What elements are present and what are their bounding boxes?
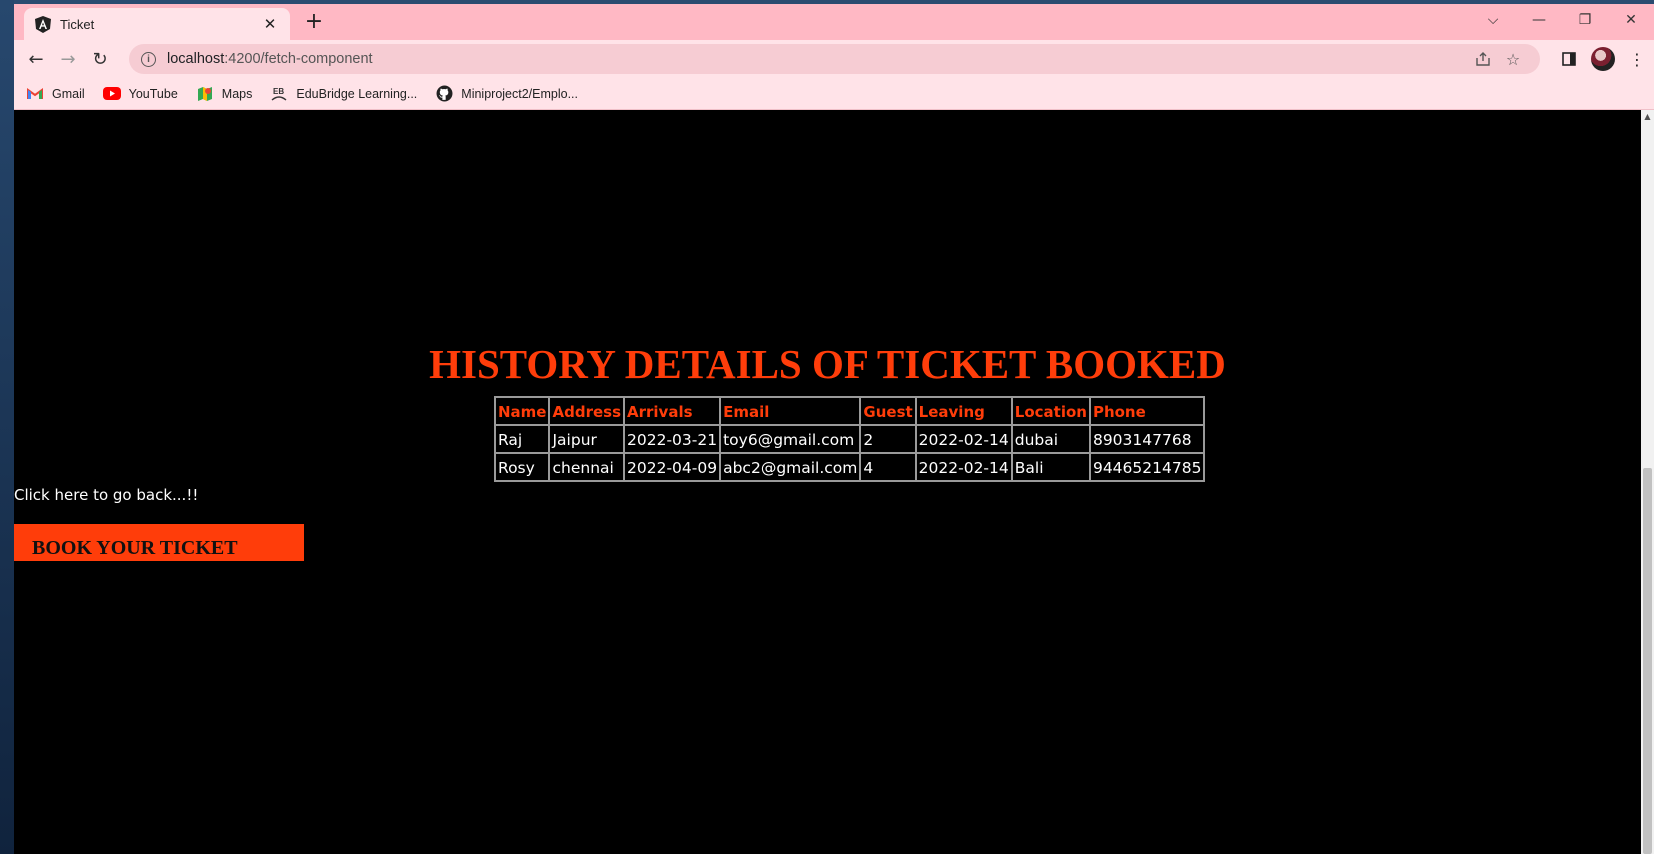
url-text[interactable]: localhost:4200/fetch-component	[167, 51, 1468, 67]
minimize-icon[interactable]: —	[1516, 4, 1562, 36]
cell-leaving: 2022-02-14	[915, 425, 1012, 453]
bookmark-edubridge[interactable]: EB EduBridge Learning...	[270, 86, 417, 102]
browser-window: Ticket ✕ + ⌵ — ❐ ✕ ← → ↻ i localhost:420…	[14, 4, 1654, 854]
vertical-scrollbar[interactable]: ▲	[1641, 110, 1654, 854]
page-content: HISTORY DETAILS OF TICKET BOOKED Name Ad…	[14, 110, 1654, 854]
column-header-location: Location	[1011, 397, 1090, 425]
scrollbar-thumb[interactable]	[1643, 468, 1652, 854]
cell-name: Rosy	[495, 453, 550, 481]
bookmark-star-icon[interactable]: ☆	[1498, 47, 1528, 71]
cell-email: abc2@gmail.com	[720, 453, 861, 481]
scroll-up-arrow-icon[interactable]: ▲	[1641, 110, 1654, 124]
bookmark-label: Miniproject2/Emplo...	[461, 86, 578, 101]
column-header-email: Email	[720, 397, 861, 425]
back-arrow-icon[interactable]: ←	[20, 43, 52, 75]
cell-leaving: 2022-02-14	[915, 453, 1012, 481]
maps-icon	[196, 86, 214, 102]
site-info-icon[interactable]: i	[141, 51, 156, 67]
tab-search-icon[interactable]: ⌵	[1470, 4, 1516, 36]
cell-guest: 2	[860, 425, 916, 453]
cell-address: chennai	[549, 453, 624, 481]
close-window-icon[interactable]: ✕	[1608, 4, 1654, 36]
table-row: Raj Jaipur 2022-03-21 toy6@gmail.com 2 2…	[495, 425, 1205, 453]
avatar	[1591, 47, 1615, 71]
history-table: Name Address Arrivals Email Guest Leavin…	[494, 396, 1206, 482]
window-controls: ⌵ — ❐ ✕	[1470, 4, 1654, 36]
column-header-address: Address	[549, 397, 624, 425]
table-row: Rosy chennai 2022-04-09 abc2@gmail.com 4…	[495, 453, 1205, 481]
menu-kebab-icon[interactable]: ⋮	[1620, 42, 1654, 76]
bookmark-label: YouTube	[128, 86, 178, 101]
profile-avatar[interactable]	[1586, 42, 1620, 76]
bookmark-gmail[interactable]: Gmail	[26, 86, 85, 102]
column-header-leaving: Leaving	[915, 397, 1012, 425]
column-header-name: Name	[495, 397, 550, 425]
cell-guest: 4	[860, 453, 916, 481]
new-tab-button[interactable]: +	[302, 11, 326, 35]
cell-address: Jaipur	[549, 425, 624, 453]
bookmark-label: EduBridge Learning...	[296, 86, 418, 101]
bookmark-github[interactable]: Miniproject2/Emplo...	[435, 85, 578, 102]
youtube-icon	[102, 86, 121, 102]
cell-email: toy6@gmail.com	[720, 425, 861, 453]
tab-title: Ticket	[60, 16, 95, 32]
desktop-background-left	[0, 0, 14, 854]
toolbar: ← → ↻ i localhost:4200/fetch-component ☆…	[14, 40, 1654, 78]
bookmark-maps[interactable]: Maps	[196, 86, 253, 102]
cell-arrivals: 2022-04-09	[624, 453, 721, 481]
book-ticket-button[interactable]: BOOK YOUR TICKET	[14, 524, 304, 561]
github-icon	[435, 85, 453, 102]
column-header-arrivals: Arrivals	[624, 397, 721, 425]
column-header-phone: Phone	[1089, 397, 1205, 425]
share-icon[interactable]	[1468, 47, 1498, 71]
reload-icon[interactable]: ↻	[84, 43, 116, 75]
table-header-row: Name Address Arrivals Email Guest Leavin…	[495, 397, 1205, 425]
cell-location: Bali	[1011, 453, 1090, 481]
edubridge-icon: EB	[270, 86, 288, 102]
url-host: localhost	[167, 51, 225, 67]
restore-icon[interactable]: ❐	[1562, 4, 1608, 36]
cell-location: dubai	[1011, 425, 1090, 453]
toolbar-right: ⋮	[1552, 40, 1654, 78]
forward-arrow-icon[interactable]: →	[52, 43, 84, 75]
column-header-guest: Guest	[860, 397, 916, 425]
side-panel-icon[interactable]	[1552, 42, 1586, 76]
angular-icon	[34, 15, 51, 33]
tab-ticket[interactable]: Ticket ✕	[24, 8, 290, 40]
cell-phone: 8903147768	[1089, 425, 1205, 453]
go-back-link[interactable]: Click here to go back...!!	[14, 486, 198, 504]
url-path: :4200/fetch-component	[224, 51, 373, 67]
address-bar[interactable]: i localhost:4200/fetch-component ☆	[129, 44, 1540, 74]
close-tab-icon[interactable]: ✕	[260, 15, 280, 33]
gmail-icon	[26, 86, 44, 102]
bookmark-youtube[interactable]: YouTube	[102, 86, 178, 102]
svg-text:EB: EB	[273, 87, 284, 96]
bookmarks-bar: Gmail YouTube Maps EB EduBridge Learning…	[14, 78, 1654, 110]
bookmark-label: Maps	[221, 86, 253, 101]
cell-name: Raj	[495, 425, 550, 453]
bookmark-label: Gmail	[52, 86, 85, 101]
page-title: HISTORY DETAILS OF TICKET BOOKED	[429, 341, 1226, 387]
cell-arrivals: 2022-03-21	[624, 425, 721, 453]
cell-phone: 94465214785	[1089, 453, 1205, 481]
tab-strip: Ticket ✕ + ⌵ — ❐ ✕	[14, 4, 1654, 40]
